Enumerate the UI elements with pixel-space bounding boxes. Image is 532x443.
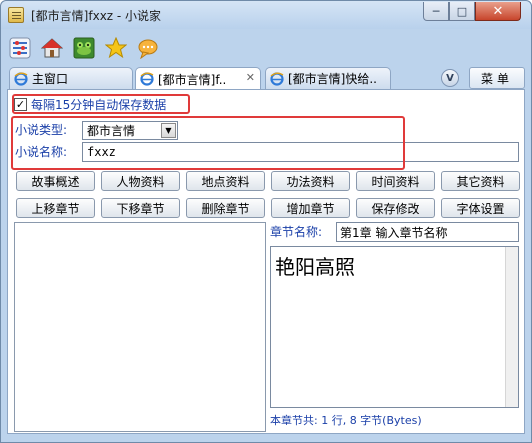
story-summary-button[interactable]: 故事概述	[16, 171, 95, 191]
location-info-button[interactable]: 地点资料	[186, 171, 265, 191]
save-changes-button[interactable]: 保存修改	[356, 198, 435, 218]
chapter-name-label: 章节名称:	[270, 225, 323, 239]
app-window: [都市言情]fxxz - 小说家 ─ □ ✕ 主窗口 [都市言情]f.. ✕ […	[0, 0, 532, 443]
title-bar[interactable]: [都市言情]fxxz - 小说家 ─ □ ✕	[1, 1, 531, 29]
move-chapter-up-button[interactable]: 上移章节	[16, 198, 95, 218]
minimize-button[interactable]: ─	[423, 2, 449, 21]
toolbar	[7, 33, 161, 63]
highlight-box-autosave	[12, 94, 190, 114]
menu-button[interactable]: 菜单	[469, 67, 525, 89]
settings-grid-icon[interactable]	[7, 35, 33, 61]
tab-label: [都市言情]f..	[158, 72, 227, 87]
character-info-button[interactable]: 人物资料	[101, 171, 180, 191]
tab-close-icon[interactable]: ✕	[246, 71, 255, 84]
tab-bar: 主窗口 [都市言情]f.. ✕ [都市言情]快给.. V 菜单	[7, 67, 525, 90]
chapter-name-input[interactable]: 第1章 输入章节名称	[336, 222, 519, 242]
add-chapter-button[interactable]: 增加章节	[271, 198, 350, 218]
skill-info-button[interactable]: 功法资料	[271, 171, 350, 191]
home-icon[interactable]	[39, 35, 65, 61]
notepad-app-icon	[8, 7, 24, 23]
font-settings-button[interactable]: 字体设置	[441, 198, 520, 218]
move-chapter-down-button[interactable]: 下移章节	[101, 198, 180, 218]
tab-list-button[interactable]: V	[441, 69, 459, 87]
ie-icon	[270, 71, 284, 86]
window-title: [都市言情]fxxz - 小说家	[31, 9, 162, 23]
tab-label: 主窗口	[32, 72, 69, 86]
maximize-button[interactable]: □	[449, 2, 475, 21]
chapter-content-editor[interactable]: 艳阳高照	[270, 246, 519, 408]
close-button[interactable]: ✕	[475, 2, 521, 21]
main-panel: ✓ 每隔15分钟自动保存数据 小说类型: 都市言情 ▼ 小说名称: fxxz 故…	[7, 89, 525, 434]
tab-novel-other[interactable]: [都市言情]快给..	[265, 67, 391, 89]
highlight-box-form	[11, 116, 405, 170]
tab-label: [都市言情]快给..	[288, 72, 377, 86]
chat-icon[interactable]	[135, 35, 161, 61]
chapter-list[interactable]	[14, 222, 266, 432]
star-icon[interactable]	[103, 35, 129, 61]
tab-novel-current[interactable]: [都市言情]f.. ✕	[135, 67, 261, 90]
frog-game-icon[interactable]	[71, 35, 97, 61]
editor-scrollbar[interactable]	[505, 247, 518, 407]
other-info-button[interactable]: 其它资料	[441, 171, 520, 191]
tab-main-window[interactable]: 主窗口	[9, 67, 133, 89]
ie-icon	[140, 72, 154, 86]
chapter-status: 本章节共: 1 行, 8 字节(Bytes)	[270, 414, 422, 427]
delete-chapter-button[interactable]: 删除章节	[186, 198, 265, 218]
chapter-content-text: 艳阳高照	[275, 255, 355, 279]
time-info-button[interactable]: 时间资料	[356, 171, 435, 191]
ie-icon	[14, 71, 28, 86]
